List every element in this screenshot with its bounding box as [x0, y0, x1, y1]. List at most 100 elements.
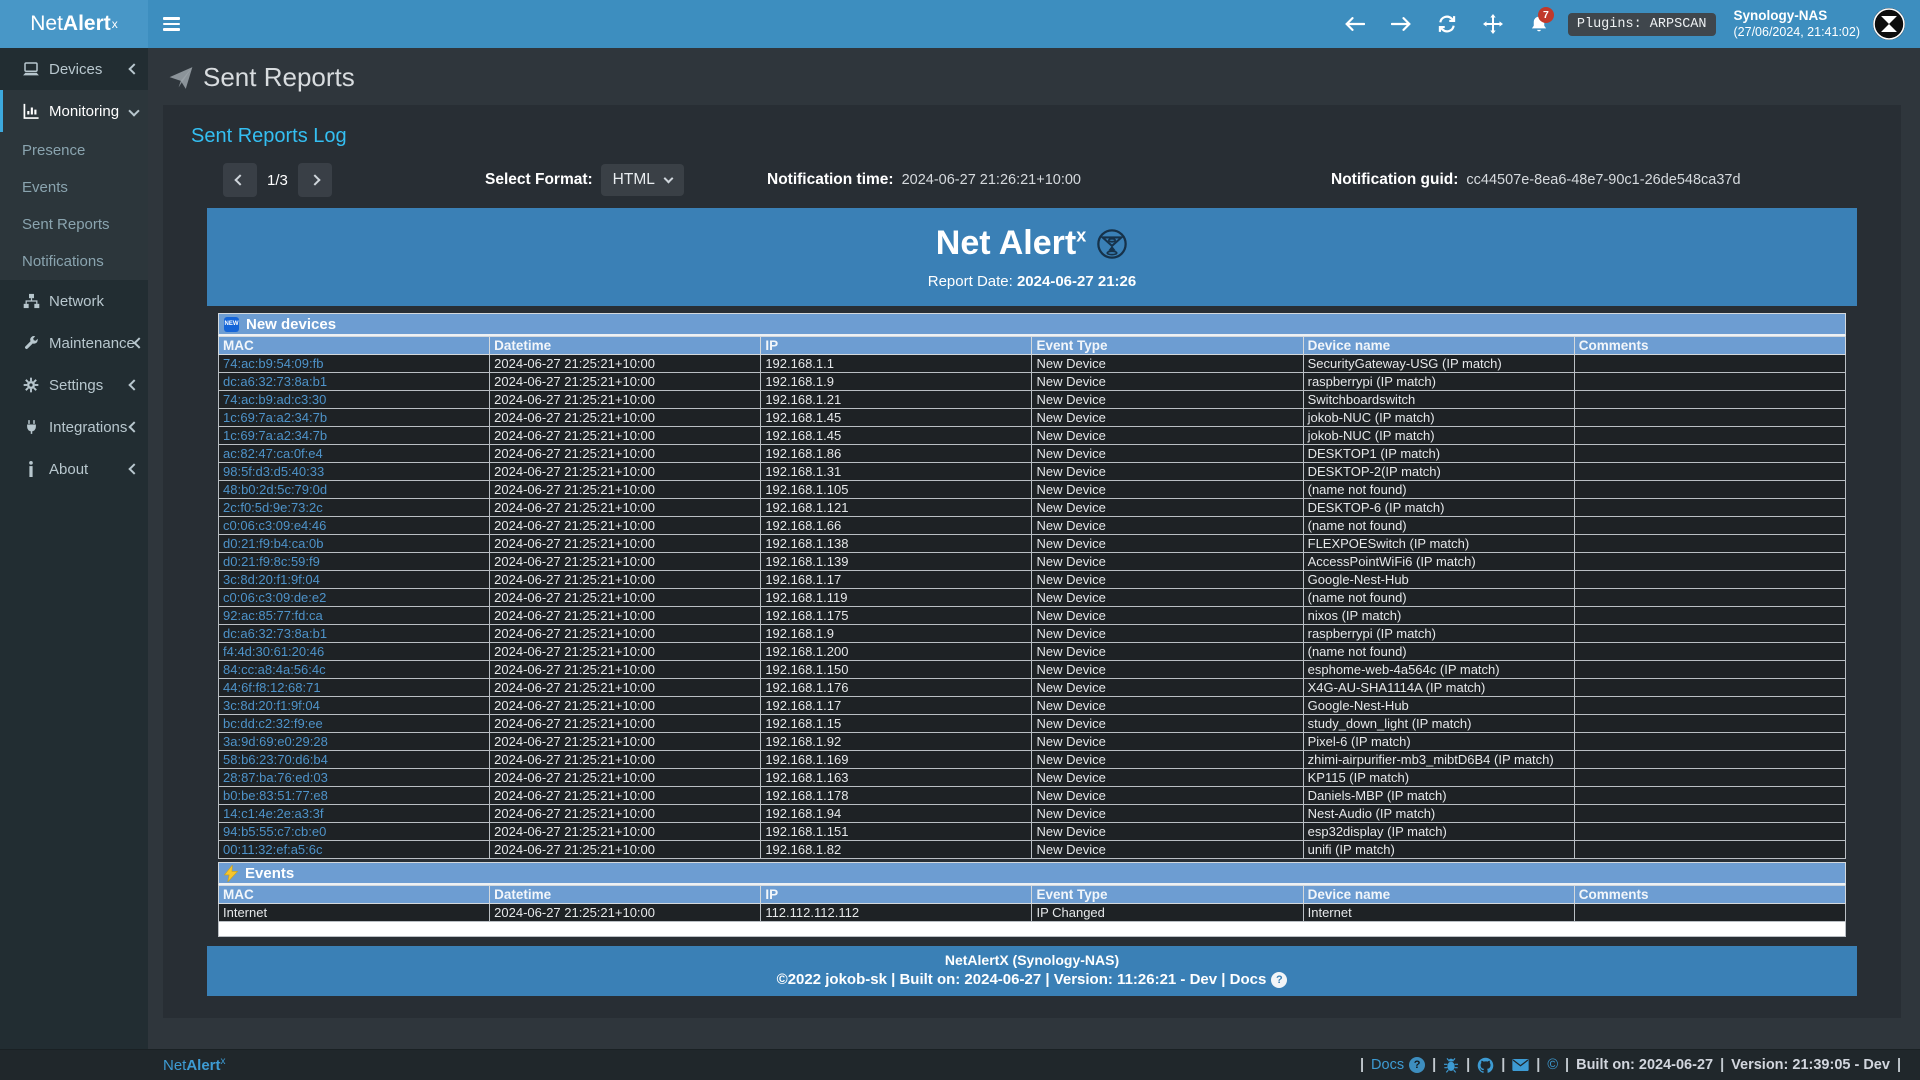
table-cell: f4:4d:30:61:20:46 [219, 643, 490, 661]
mac-link[interactable]: 1c:69:7a:a2:34:7b [223, 428, 327, 443]
mac-link[interactable]: d0:21:f9:b4:ca:0b [223, 536, 323, 551]
plugins-status-badge[interactable]: Plugins: ARPSCAN [1568, 13, 1716, 36]
mac-link[interactable]: 1c:69:7a:a2:34:7b [223, 410, 327, 425]
sidebar-item-label: Devices [49, 61, 130, 78]
table-cell: 192.168.1.9 [761, 625, 1032, 643]
sidebar-group-monitoring: Monitoring Presence Events Sent Reports … [0, 90, 148, 280]
mac-link[interactable]: bc:dd:c2:32:f9:ee [223, 716, 323, 731]
format-select[interactable]: HTML [601, 164, 684, 196]
empty-table-row [218, 922, 1846, 937]
mac-link[interactable]: 94:b5:55:c7:cb:e0 [223, 824, 326, 839]
mac-link[interactable]: 84:cc:a8:4a:56:4c [223, 662, 326, 677]
sidebar-item-about[interactable]: About [0, 448, 148, 490]
mac-link[interactable]: 3a:9d:69:e0:29:28 [223, 734, 328, 749]
github-link[interactable] [1477, 1057, 1494, 1074]
arrow-right-icon [1391, 16, 1411, 32]
avatar[interactable] [1872, 7, 1906, 41]
mac-link[interactable]: 58:b6:23:70:d6:b4 [223, 752, 328, 767]
mac-link[interactable]: 98:5f:d3:d5:40:33 [223, 464, 324, 479]
table-cell: New Device [1032, 697, 1303, 715]
mac-link[interactable]: 74:ac:b9:54:09:fb [223, 356, 323, 371]
mac-link[interactable]: 48:b0:2d:5c:79:0d [223, 482, 327, 497]
mac-link[interactable]: 44:6f:f8:12:68:71 [223, 680, 321, 695]
table-cell [1574, 445, 1845, 463]
sidebar-item-events[interactable]: Events [0, 169, 148, 206]
table-cell: New Device [1032, 553, 1303, 571]
table-cell: New Device [1032, 535, 1303, 553]
table-cell: 1c:69:7a:a2:34:7b [219, 409, 490, 427]
table-cell: 2024-06-27 21:25:21+10:00 [490, 391, 761, 409]
fullscreen-button[interactable] [1476, 7, 1510, 41]
table-cell: New Device [1032, 715, 1303, 733]
mac-link[interactable]: 92:ac:85:77:fd:ca [223, 608, 323, 623]
sidebar-item-presence[interactable]: Presence [0, 132, 148, 169]
table-cell: 3c:8d:20:f1:9f:04 [219, 697, 490, 715]
table-cell: Google-Nest-Hub [1303, 697, 1574, 715]
sidebar-item-monitoring[interactable]: Monitoring [0, 90, 148, 132]
page-title: Sent Reports [203, 62, 355, 93]
report-date: Report Date: 2024-06-27 21:26 [928, 273, 1136, 290]
refresh-button[interactable] [1430, 7, 1464, 41]
format-select-value: HTML [613, 171, 655, 189]
next-page-button[interactable] [298, 163, 332, 197]
mac-link[interactable]: f4:4d:30:61:20:46 [223, 644, 324, 659]
table-cell: jokob-NUC (IP match) [1303, 409, 1574, 427]
chevron-left-icon [234, 174, 245, 185]
footer-brand[interactable]: NetAlertx [163, 1056, 226, 1074]
table-row: 1c:69:7a:a2:34:7b2024-06-27 21:25:21+10:… [219, 409, 1846, 427]
table-cell [1574, 427, 1845, 445]
mac-link[interactable]: 74:ac:b9:ad:c3:30 [223, 392, 326, 407]
sidebar-toggle-button[interactable] [148, 0, 194, 48]
mac-link[interactable]: dc:a6:32:73:8a:b1 [223, 626, 327, 641]
table-cell [1574, 373, 1845, 391]
brand-alert: Alert [63, 12, 111, 36]
prev-page-button[interactable] [223, 163, 257, 197]
mac-link[interactable]: 3c:8d:20:f1:9f:04 [223, 572, 320, 587]
copyright-link[interactable]: © [1547, 1057, 1558, 1073]
mac-link[interactable]: 2c:f0:5d:9e:73:2c [223, 500, 323, 515]
table-cell [1574, 571, 1845, 589]
sidebar-item-sent-reports[interactable]: Sent Reports [0, 206, 148, 243]
mac-link[interactable]: d0:21:f9:8c:59:f9 [223, 554, 320, 569]
mac-link[interactable]: b0:be:83:51:77:e8 [223, 788, 328, 803]
mac-link[interactable]: 3c:8d:20:f1:9f:04 [223, 698, 320, 713]
forward-button[interactable] [1384, 7, 1418, 41]
mac-link[interactable]: ac:82:47:ca:0f:e4 [223, 446, 323, 461]
table-cell [1574, 409, 1845, 427]
sidebar-item-devices[interactable]: Devices [0, 48, 148, 90]
page-indicator: 1/3 [265, 172, 290, 189]
new-devices-table: MACDatetimeIPEvent TypeDevice nameCommen… [218, 336, 1846, 859]
table-row: d0:21:f9:b4:ca:0b2024-06-27 21:25:21+10:… [219, 535, 1846, 553]
mac-link[interactable]: dc:a6:32:73:8a:b1 [223, 374, 327, 389]
sidebar-item-network[interactable]: Network [0, 280, 148, 322]
email-report-preview: Net Alertx Report Date: 2024-06-27 21:26… [207, 208, 1857, 996]
table-cell: 94:b5:55:c7:cb:e0 [219, 823, 490, 841]
sidebar-item-notifications[interactable]: Notifications [0, 243, 148, 280]
back-button[interactable] [1338, 7, 1372, 41]
mac-link[interactable]: c0:06:c3:09:de:e2 [223, 590, 326, 605]
table-cell [1574, 904, 1845, 922]
user-info[interactable]: Synology-NAS (27/06/2024, 21:41:02) [1734, 8, 1861, 41]
mac-link[interactable]: 28:87:ba:76:ed:03 [223, 770, 328, 785]
docs-help-icon[interactable]: ? [1271, 972, 1287, 988]
section-title: New devices [246, 316, 336, 333]
docs-link[interactable]: Docs ? [1371, 1057, 1425, 1073]
sidebar-item-settings[interactable]: Settings [0, 364, 148, 406]
notifications-button[interactable]: 7 [1522, 7, 1556, 41]
app-logo[interactable]: NetAlertx [0, 0, 148, 48]
bug-report-link[interactable] [1443, 1057, 1459, 1073]
sidebar-item-maintenance[interactable]: Maintenance [0, 322, 148, 364]
table-cell: IP Changed [1032, 904, 1303, 922]
chevron-left-icon [133, 337, 144, 348]
table-cell: 28:87:ba:76:ed:03 [219, 769, 490, 787]
sidebar-item-integrations[interactable]: Integrations [0, 406, 148, 448]
table-cell: SecurityGateway-USG (IP match) [1303, 355, 1574, 373]
mac-link[interactable]: c0:06:c3:09:e4:46 [223, 518, 326, 533]
arrow-left-icon [1345, 16, 1365, 32]
column-header: MAC [219, 337, 490, 355]
table-cell: Internet [1303, 904, 1574, 922]
table-cell: 2024-06-27 21:25:21+10:00 [490, 715, 761, 733]
email-link[interactable] [1512, 1058, 1529, 1072]
mac-link[interactable]: 14:c1:4e:2e:a3:3f [223, 806, 323, 821]
mac-link[interactable]: 00:11:32:ef:a5:6c [223, 842, 323, 857]
